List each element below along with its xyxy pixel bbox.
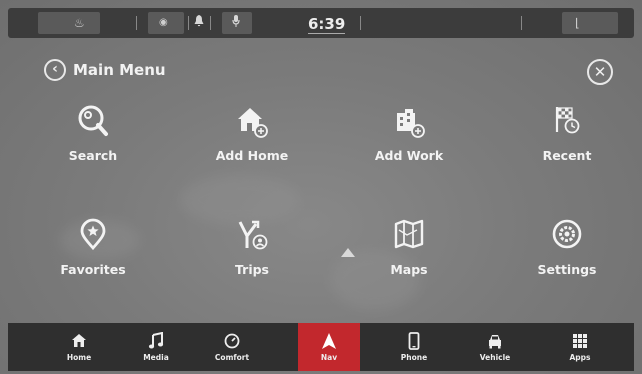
nav-tab-label: Phone	[400, 353, 428, 362]
status-divider	[210, 16, 211, 30]
music-note-icon	[148, 332, 164, 349]
menu-item-recent[interactable]: Recent	[507, 104, 627, 164]
nav-main-menu-screen: ♨ ◉ 6:39 ⌊ ‹ Main Menu ✕ Search Add Home…	[0, 0, 642, 374]
settings-gear-icon	[552, 219, 582, 249]
apps-grid-icon	[573, 334, 587, 348]
add-home-icon	[238, 108, 268, 138]
phone-icon	[408, 332, 420, 350]
status-divider	[521, 16, 522, 30]
nav-tab-label: Apps	[569, 353, 591, 362]
nav-tab-label: Nav	[320, 353, 338, 362]
menu-item-label: Add Work	[374, 148, 444, 163]
seat-heat-icon: ♨	[74, 16, 85, 30]
search-icon	[78, 105, 108, 136]
home-icon	[72, 334, 86, 347]
nav-tab-label: Home	[66, 353, 92, 362]
clock: 6:39	[308, 15, 346, 34]
nav-tab-label: Media	[143, 353, 169, 362]
nav-tab-apps[interactable]: Apps	[549, 323, 611, 371]
menu-item-favorites[interactable]: Favorites	[33, 218, 153, 278]
nav-tab-comfort[interactable]: Comfort	[201, 323, 263, 371]
page-title: Main Menu	[73, 61, 166, 79]
nav-tab-nav[interactable]: Nav	[298, 323, 360, 371]
menu-item-add-work[interactable]: Add Work	[349, 104, 469, 164]
menu-item-maps[interactable]: Maps	[349, 218, 469, 278]
bell-icon	[194, 14, 204, 32]
menu-item-search[interactable]: Search	[33, 104, 153, 164]
nav-tab-phone[interactable]: Phone	[383, 323, 445, 371]
microphone-icon	[232, 14, 240, 32]
trips-icon	[238, 220, 268, 250]
favorites-pin-icon	[80, 218, 106, 251]
status-divider	[360, 16, 361, 30]
menu-item-settings[interactable]: Settings	[507, 218, 627, 278]
back-button[interactable]: ‹	[44, 59, 66, 81]
menu-item-label: Settings	[537, 262, 597, 277]
menu-item-add-home[interactable]: Add Home	[192, 104, 312, 164]
recent-flag-icon	[555, 107, 580, 134]
status-divider	[136, 16, 137, 30]
comfort-dial-icon	[224, 333, 240, 349]
menu-item-label: Trips	[235, 262, 269, 277]
menu-item-trips[interactable]: Trips	[192, 218, 312, 278]
menu-item-label: Search	[68, 148, 118, 163]
nav-tab-label: Vehicle	[479, 353, 511, 362]
maps-icon	[394, 219, 424, 249]
nav-tab-media[interactable]: Media	[125, 323, 187, 371]
status-divider	[188, 16, 189, 30]
bottom-nav-bar: Home Media Comfort Nav Phone Vehicle App…	[8, 323, 634, 371]
close-icon: ✕	[593, 63, 607, 81]
nav-tab-home[interactable]: Home	[48, 323, 110, 371]
add-work-icon	[397, 109, 425, 138]
vehicle-icon	[489, 335, 501, 349]
signal-icon: ◉	[159, 17, 168, 28]
scroll-up-arrow-icon[interactable]	[341, 248, 355, 257]
nav-tab-label: Comfort	[214, 353, 250, 362]
nav-tab-vehicle[interactable]: Vehicle	[464, 323, 526, 371]
close-button[interactable]: ✕	[587, 59, 613, 85]
status-chip	[562, 12, 618, 34]
chevron-left-icon: ‹	[52, 61, 58, 77]
nav-arrow-icon	[322, 333, 336, 349]
seat-icon: ⌊	[575, 16, 580, 30]
menu-item-label: Recent	[542, 148, 592, 163]
menu-item-label: Add Home	[215, 148, 289, 163]
status-chip	[38, 12, 100, 34]
menu-item-label: Favorites	[60, 262, 126, 277]
menu-item-label: Maps	[390, 262, 428, 277]
status-bar: ♨ ◉ 6:39 ⌊	[8, 8, 634, 38]
